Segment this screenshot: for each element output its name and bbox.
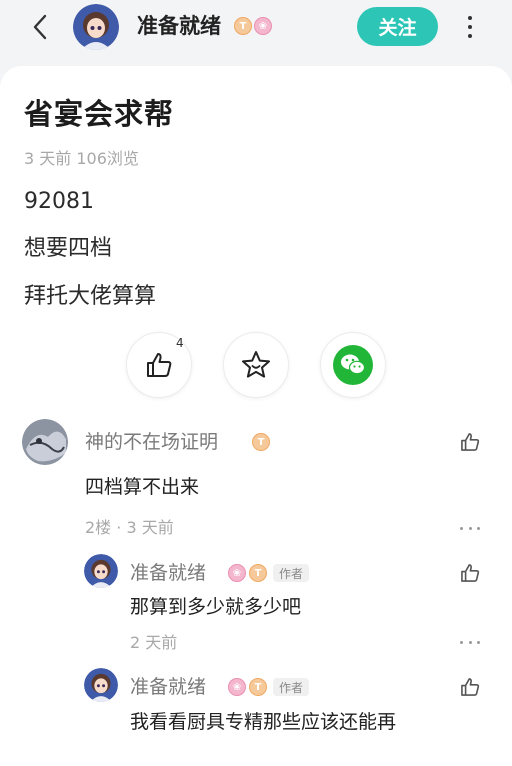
dot-icon bbox=[468, 640, 472, 644]
post-card: 省宴会求帮 3 天前 106浏览 92081 想要四档 拜托大佬算算 4 神的不… bbox=[0, 66, 512, 766]
author-badges: T ❀ bbox=[234, 17, 272, 35]
reply-meta: 2 天前 bbox=[130, 633, 178, 652]
wechat-icon bbox=[333, 345, 373, 385]
reply-author-name[interactable]: 准备就绪 bbox=[130, 674, 206, 700]
dot-icon bbox=[477, 526, 480, 530]
commenter-name[interactable]: 神的不在场证明 bbox=[85, 429, 218, 455]
level-badge-icon: T bbox=[234, 17, 252, 35]
level-badge-icon: T bbox=[249, 678, 267, 696]
dot-icon bbox=[460, 526, 463, 530]
reply-author-badges: ❀ T 作者 bbox=[228, 564, 310, 582]
author-avatar[interactable] bbox=[73, 4, 119, 50]
post-body-line: 92081 bbox=[24, 189, 94, 214]
follow-button[interactable]: 关注 bbox=[357, 7, 438, 46]
reply-more-button[interactable] bbox=[460, 637, 480, 647]
post-title: 省宴会求帮 bbox=[24, 97, 175, 131]
commenter-badges: T bbox=[252, 433, 270, 451]
share-wechat-button[interactable] bbox=[320, 332, 386, 398]
star-icon bbox=[242, 351, 270, 378]
commenter-avatar[interactable] bbox=[22, 419, 68, 465]
rabbit-badge-icon: ❀ bbox=[228, 678, 246, 696]
post-body-line: 拜托大佬算算 bbox=[24, 284, 157, 309]
author-name[interactable]: 准备就绪 bbox=[137, 12, 221, 40]
post-body-line: 想要四档 bbox=[24, 236, 113, 261]
dot-icon bbox=[460, 640, 463, 644]
comment-like-button[interactable] bbox=[457, 429, 483, 455]
favorite-button[interactable] bbox=[223, 332, 289, 398]
comment-meta: 2楼 · 3 天前 bbox=[85, 518, 174, 537]
reply-text: 我看看厨具专精那些应该还能再 bbox=[130, 711, 397, 733]
dot-icon bbox=[477, 640, 480, 644]
more-options-button[interactable] bbox=[460, 12, 480, 42]
thumbs-up-icon bbox=[461, 564, 480, 582]
thumbs-up-icon bbox=[461, 433, 480, 451]
dot-icon bbox=[468, 25, 472, 29]
reply-avatar[interactable] bbox=[84, 554, 118, 588]
like-count: 4 bbox=[176, 336, 184, 350]
back-button[interactable] bbox=[26, 12, 54, 42]
level-badge-icon: T bbox=[249, 564, 267, 582]
comment-more-button[interactable] bbox=[460, 523, 480, 533]
dot-icon bbox=[468, 526, 472, 530]
top-bar: 准备就绪 T ❀ 关注 bbox=[0, 0, 512, 66]
reply-author-name[interactable]: 准备就绪 bbox=[130, 560, 206, 586]
level-badge-icon: T bbox=[252, 433, 270, 451]
dot-icon bbox=[468, 34, 472, 38]
thumbs-up-icon bbox=[461, 678, 480, 696]
reply-text: 那算到多少就多少吧 bbox=[130, 596, 302, 618]
comment-text: 四档算不出来 bbox=[85, 476, 200, 498]
rabbit-badge-icon: ❀ bbox=[228, 564, 246, 582]
author-tag: 作者 bbox=[273, 678, 310, 696]
dot-icon bbox=[468, 16, 472, 20]
reply-author-badges: ❀ T 作者 bbox=[228, 678, 310, 696]
thumbs-up-icon bbox=[147, 353, 172, 377]
post-meta: 3 天前 106浏览 bbox=[24, 149, 139, 168]
rabbit-badge-icon: ❀ bbox=[254, 17, 272, 35]
reply-avatar[interactable] bbox=[84, 668, 118, 702]
reply-like-button[interactable] bbox=[457, 674, 483, 700]
author-tag: 作者 bbox=[273, 564, 310, 582]
reply-like-button[interactable] bbox=[457, 560, 483, 586]
chevron-left-icon bbox=[33, 14, 47, 40]
